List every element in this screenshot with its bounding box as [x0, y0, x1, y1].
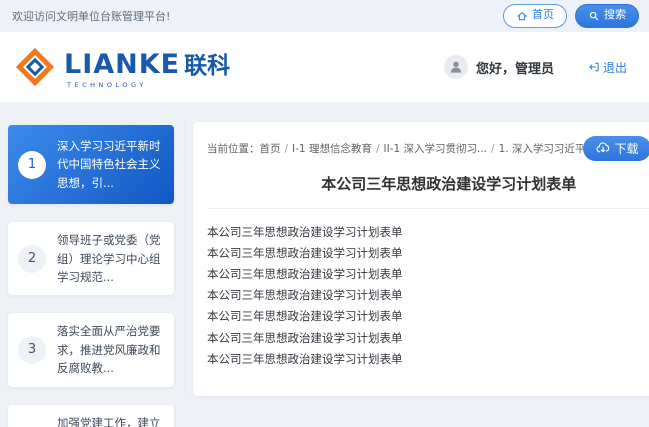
logo: LIANKE 联科 TECHNOLOGY — [14, 46, 230, 89]
list-item[interactable]: 本公司三年思想政治建设学习计划表单 — [207, 242, 649, 263]
topbar-buttons: 首页 搜索 — [503, 4, 639, 27]
sidebar-item-4[interactable]: 4 加强党建工作，建立健全“党建+文明创建”机制... — [8, 405, 174, 427]
sidebar-item-label: 领导班子或党委（党组）理论学习中心组学习规范... — [57, 231, 164, 286]
topbar: 欢迎访问文明单位台账管理平台! 首页 搜索 — [0, 0, 649, 32]
list-item[interactable]: 本公司三年思想政治建设学习计划表单 — [207, 327, 649, 348]
logo-text-cn: 联科 — [184, 46, 230, 80]
breadcrumb-separator: / — [376, 143, 380, 155]
sidebar-item-2[interactable]: 2 领导班子或党委（党组）理论学习中心组学习规范... — [8, 222, 174, 295]
breadcrumb-level-2[interactable]: II-1 深入学习贯彻习... — [384, 143, 488, 155]
user-area: 您好，管理员 退出 — [444, 55, 627, 79]
breadcrumb-label: 当前位置： — [207, 143, 260, 155]
user-avatar-icon — [444, 55, 468, 79]
logo-text-block: LIANKE 联科 TECHNOLOGY — [64, 46, 230, 89]
logo-text-en: LIANKE — [64, 49, 180, 80]
search-icon — [588, 10, 600, 22]
breadcrumb-level-1[interactable]: I-1 理想信念教育 — [292, 143, 372, 155]
list-item[interactable]: 本公司三年思想政治建设学习计划表单 — [207, 306, 649, 327]
list-item[interactable]: 本公司三年思想政治建设学习计划表单 — [207, 263, 649, 284]
breadcrumb-home[interactable]: 首页 — [260, 143, 281, 155]
item-number-badge: 3 — [18, 336, 46, 364]
user-greeting: 您好，管理员 — [476, 58, 554, 77]
logout-icon — [588, 61, 600, 73]
file-list: 本公司三年思想政治建设学习计划表单 本公司三年思想政治建设学习计划表单 本公司三… — [207, 221, 649, 369]
download-button-label: 下载 — [614, 140, 638, 157]
breadcrumb-current: 1. 深入学习习近平... — [499, 143, 584, 155]
page-title: 本公司三年思想政治建设学习计划表单 — [207, 173, 649, 194]
list-item[interactable]: 本公司三年思想政治建设学习计划表单 — [207, 221, 649, 242]
lianke-logo-icon — [14, 46, 56, 88]
home-button-label: 首页 — [532, 8, 554, 23]
search-button[interactable]: 搜索 — [575, 4, 639, 27]
sidebar-item-label: 落实全面从严治党要求，推进党风廉政和反腐败教... — [57, 322, 164, 377]
sidebar: 1 深入学习习近平新时代中国特色社会主义思想，引... 2 领导班子或党委（党组… — [8, 122, 174, 427]
sidebar-item-1[interactable]: 1 深入学习习近平新时代中国特色社会主义思想，引... — [8, 125, 174, 204]
sidebar-item-3[interactable]: 3 落实全面从严治党要求，推进党风廉政和反腐败教... — [8, 313, 174, 386]
breadcrumb-separator: / — [491, 143, 495, 155]
search-button-label: 搜索 — [604, 8, 626, 23]
item-number-badge: 2 — [18, 245, 46, 273]
main: 1 深入学习习近平新时代中国特色社会主义思想，引... 2 领导班子或党委（党组… — [0, 102, 649, 427]
list-item[interactable]: 本公司三年思想政治建设学习计划表单 — [207, 348, 649, 369]
sidebar-content-divider — [185, 122, 186, 394]
breadcrumb: 当前位置：首页/I-1 理想信念教育/II-1 深入学习贯彻习.../1. 深入… — [207, 141, 583, 156]
welcome-text: 欢迎访问文明单位台账管理平台! — [12, 8, 170, 24]
item-number-badge: 1 — [18, 151, 46, 179]
cloud-download-icon — [596, 141, 610, 155]
home-icon — [516, 10, 528, 22]
sidebar-item-label: 深入学习习近平新时代中国特色社会主义思想，引... — [57, 137, 164, 192]
breadcrumb-separator: / — [285, 143, 289, 155]
content-card: 当前位置：首页/I-1 理想信念教育/II-1 深入学习贯彻习.../1. 深入… — [193, 122, 649, 396]
sidebar-item-label: 加强党建工作，建立健全“党建+文明创建”机制... — [57, 414, 164, 427]
list-item[interactable]: 本公司三年思想政治建设学习计划表单 — [207, 285, 649, 306]
home-button[interactable]: 首页 — [503, 4, 567, 27]
download-button[interactable]: 下载 — [583, 136, 649, 161]
logo-subtitle: TECHNOLOGY — [64, 81, 230, 89]
logout-button[interactable]: 退出 — [588, 59, 627, 76]
breadcrumb-row: 当前位置：首页/I-1 理想信念教育/II-1 深入学习贯彻习.../1. 深入… — [207, 135, 649, 161]
title-divider — [207, 208, 649, 209]
logout-label: 退出 — [603, 59, 627, 76]
header: LIANKE 联科 TECHNOLOGY 您好，管理员 退出 — [0, 32, 649, 102]
